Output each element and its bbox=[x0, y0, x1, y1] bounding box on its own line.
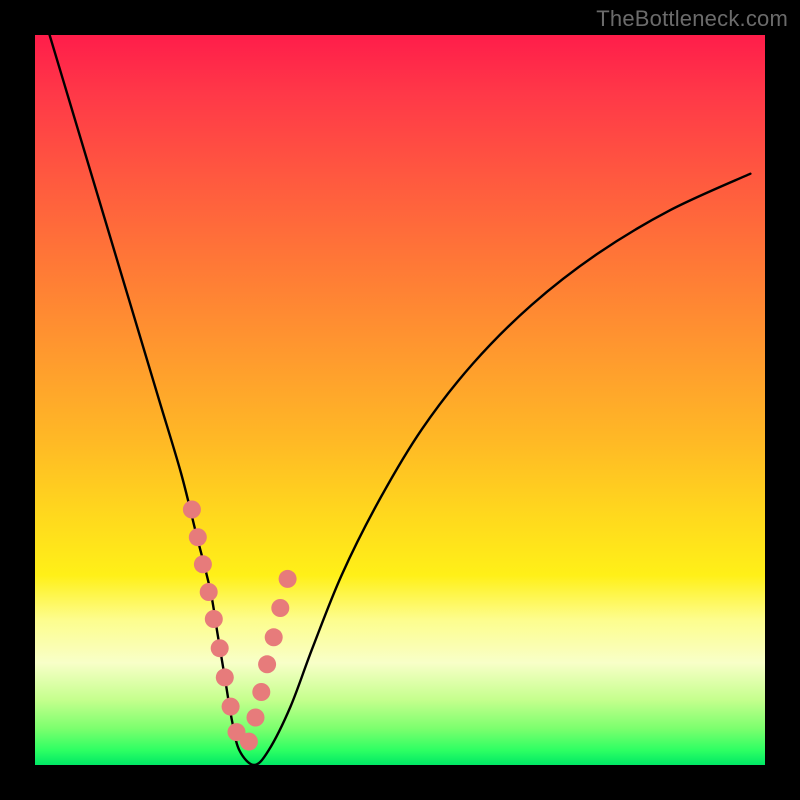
curve-svg bbox=[35, 35, 765, 765]
bottleneck-curve bbox=[50, 35, 751, 765]
marker-dot bbox=[265, 628, 283, 646]
marker-dot bbox=[222, 698, 240, 716]
marker-dot bbox=[216, 668, 234, 686]
marker-dot bbox=[205, 610, 223, 628]
marker-dot bbox=[189, 528, 207, 546]
marker-dot bbox=[240, 733, 258, 751]
marker-dot bbox=[258, 655, 276, 673]
marker-dot bbox=[211, 639, 229, 657]
chart-frame: TheBottleneck.com bbox=[0, 0, 800, 800]
plot-area bbox=[35, 35, 765, 765]
marker-dots bbox=[183, 501, 297, 751]
marker-dot bbox=[247, 709, 265, 727]
marker-dot bbox=[279, 570, 297, 588]
watermark-text: TheBottleneck.com bbox=[596, 6, 788, 32]
marker-dot bbox=[200, 583, 218, 601]
marker-dot bbox=[194, 555, 212, 573]
marker-dot bbox=[183, 501, 201, 519]
marker-dot bbox=[252, 683, 270, 701]
marker-dot bbox=[271, 599, 289, 617]
